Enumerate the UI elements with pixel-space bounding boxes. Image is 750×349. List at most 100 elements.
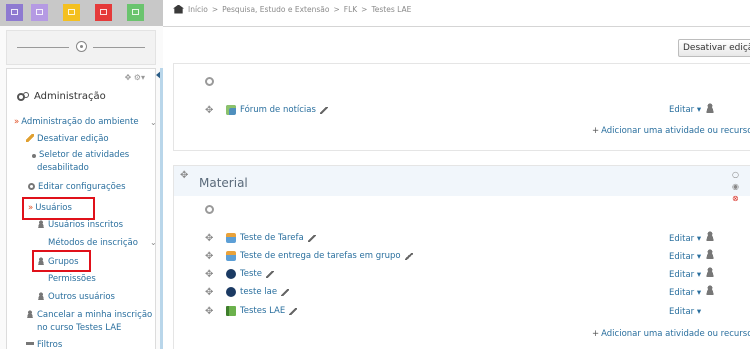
nav-unenrol[interactable]: Cancelar a minha inscrição — [26, 309, 152, 321]
theme-button-5[interactable] — [127, 4, 144, 21]
theme-button-1[interactable] — [6, 4, 23, 21]
edit-menu[interactable]: Editar ▾ — [669, 234, 701, 244]
edit-title-icon[interactable] — [404, 252, 413, 260]
dock-toggle-icon[interactable] — [76, 41, 87, 52]
plus-icon: + — [592, 126, 600, 136]
activity-group-assignment[interactable]: Teste de entrega de tarefas em grupo — [226, 251, 413, 261]
activity-name[interactable]: Testes LAE — [240, 306, 285, 316]
move-icon[interactable]: ✥ — [205, 234, 213, 244]
quiz-icon — [226, 287, 236, 297]
activity-name[interactable]: Teste de entrega de tarefas em grupo — [240, 251, 401, 261]
chevron-down-icon[interactable]: ⌄ — [150, 238, 157, 247]
dock-panel — [6, 30, 156, 65]
nav-label: Filtros — [37, 340, 63, 349]
breadcrumb-home[interactable]: Início — [188, 5, 208, 14]
breadcrumb-separator: > — [211, 4, 219, 14]
bullet-icon — [32, 154, 36, 158]
theme-button-4[interactable] — [95, 4, 112, 21]
breadcrumb-category[interactable]: Pesquisa, Estudo e Extensão — [222, 5, 329, 14]
edit-label: Editar — [669, 307, 695, 317]
activity-name[interactable]: Teste — [240, 269, 262, 279]
group-mode-icon[interactable] — [705, 267, 715, 277]
nav-label: Cancelar a minha inscrição — [37, 310, 153, 320]
breadcrumb-separator: > — [333, 4, 340, 14]
assignment-icon — [226, 251, 236, 261]
group-mode-icon[interactable] — [705, 249, 715, 259]
activity-name[interactable]: Fórum de notícias — [240, 105, 316, 115]
add-activity-label: Adicionar uma atividade ou recurso — [601, 126, 750, 136]
expanded-arrow-icon: » — [14, 117, 20, 127]
move-icon[interactable]: ✥ — [205, 288, 213, 298]
nav-enrolled-users[interactable]: Usuários inscritos — [37, 219, 123, 231]
edit-title-icon[interactable] — [289, 307, 298, 315]
nav-label: Usuários inscritos — [48, 220, 124, 230]
activity-name[interactable]: teste lae — [240, 287, 277, 297]
nav-edit-settings[interactable]: Editar configurações — [28, 181, 126, 193]
activity-name[interactable]: Teste de Tarefa — [240, 233, 304, 243]
activity-assignment[interactable]: Teste de Tarefa — [226, 233, 316, 243]
nav-disable-editing[interactable]: Desativar edição — [26, 133, 109, 145]
edit-menu[interactable]: Editar ▾ — [669, 105, 701, 115]
gear-icon[interactable] — [205, 205, 214, 214]
gear-icon[interactable] — [205, 77, 214, 86]
breadcrumb-subcategory[interactable]: FLK — [344, 5, 357, 14]
move-icon[interactable]: ✥ — [205, 307, 213, 317]
nav-activity-chooser-line2[interactable]: desabilitado — [37, 162, 89, 174]
home-icon[interactable] — [173, 4, 184, 14]
nav-label: Seletor de atividades — [39, 150, 130, 160]
group-mode-icon[interactable] — [705, 231, 715, 241]
edit-menu[interactable]: Editar ▾ — [669, 288, 701, 298]
nav-other-users[interactable]: Outros usuários — [37, 291, 115, 303]
nav-activity-chooser[interactable]: Seletor de atividades — [30, 149, 129, 161]
user-icon — [37, 292, 45, 300]
theme-button-3[interactable] — [63, 4, 80, 21]
activity-book[interactable]: Testes LAE — [226, 306, 298, 316]
chevron-down-icon[interactable]: ⌄ — [150, 118, 157, 127]
edit-menu[interactable]: Editar ▾ — [669, 307, 701, 317]
activity-forum[interactable]: Fórum de notícias — [226, 105, 328, 115]
pencil-icon — [26, 134, 34, 142]
nav-label: no curso Testes LAE — [37, 323, 122, 333]
highlight-icon[interactable]: ○ — [732, 170, 739, 179]
move-icon[interactable]: ✥ — [205, 252, 213, 262]
nav-permissions[interactable]: Permissões — [48, 273, 96, 285]
edit-label: Editar — [669, 234, 695, 244]
add-activity-link[interactable]: + Adicionar uma atividade ou recurso — [592, 126, 750, 136]
edit-title-icon[interactable] — [307, 234, 316, 242]
plus-icon: + — [592, 329, 600, 339]
theme-button-2[interactable] — [31, 4, 48, 21]
move-icon[interactable]: ✥ — [180, 171, 188, 181]
add-activity-link[interactable]: + Adicionar uma atividade ou recurso — [592, 329, 750, 339]
activity-quiz-2[interactable]: teste lae — [226, 287, 290, 297]
delete-icon[interactable]: ⊗ — [732, 194, 739, 203]
nav-label: Permissões — [48, 274, 96, 284]
breadcrumb-separator: > — [361, 4, 368, 14]
move-icon[interactable]: ✥ — [205, 270, 213, 280]
block-title: Administração — [17, 91, 106, 102]
section-title: Material — [199, 176, 248, 190]
nav-label: Editar configurações — [38, 182, 126, 192]
nav-unenrol-line2[interactable]: no curso Testes LAE — [37, 322, 121, 334]
breadcrumb: Início > Pesquisa, Estudo e Extensão > F… — [173, 3, 411, 15]
nav-course-admin[interactable]: » Administração do ambiente — [14, 116, 139, 128]
edit-title-icon[interactable] — [281, 288, 290, 296]
activity-quiz[interactable]: Teste — [226, 269, 274, 279]
nav-enrolment-methods[interactable]: Métodos de inscrição — [48, 237, 138, 249]
breadcrumb-course[interactable]: Testes LAE — [371, 5, 411, 14]
group-mode-icon[interactable] — [705, 285, 715, 295]
user-icon[interactable] — [705, 103, 715, 113]
eye-icon[interactable]: ◉ — [732, 182, 739, 191]
course-section-0: ✥ Fórum de notícias Editar ▾ + Adicionar … — [173, 63, 750, 151]
user-icon — [37, 220, 45, 228]
gears-icon — [17, 91, 29, 102]
edit-menu[interactable]: Editar ▾ — [669, 252, 701, 262]
edit-title-icon[interactable] — [265, 270, 274, 278]
block-controls[interactable]: ✥ ⚙▾ — [125, 73, 145, 82]
edit-mode-button[interactable]: Desativar edição — [678, 39, 750, 57]
highlight-box-groups — [32, 250, 91, 272]
highlight-box-users — [22, 197, 95, 220]
move-icon[interactable]: ✥ — [205, 106, 213, 116]
edit-menu[interactable]: Editar ▾ — [669, 270, 701, 280]
nav-filters[interactable]: Filtros — [26, 339, 62, 349]
edit-title-icon[interactable] — [319, 106, 328, 114]
